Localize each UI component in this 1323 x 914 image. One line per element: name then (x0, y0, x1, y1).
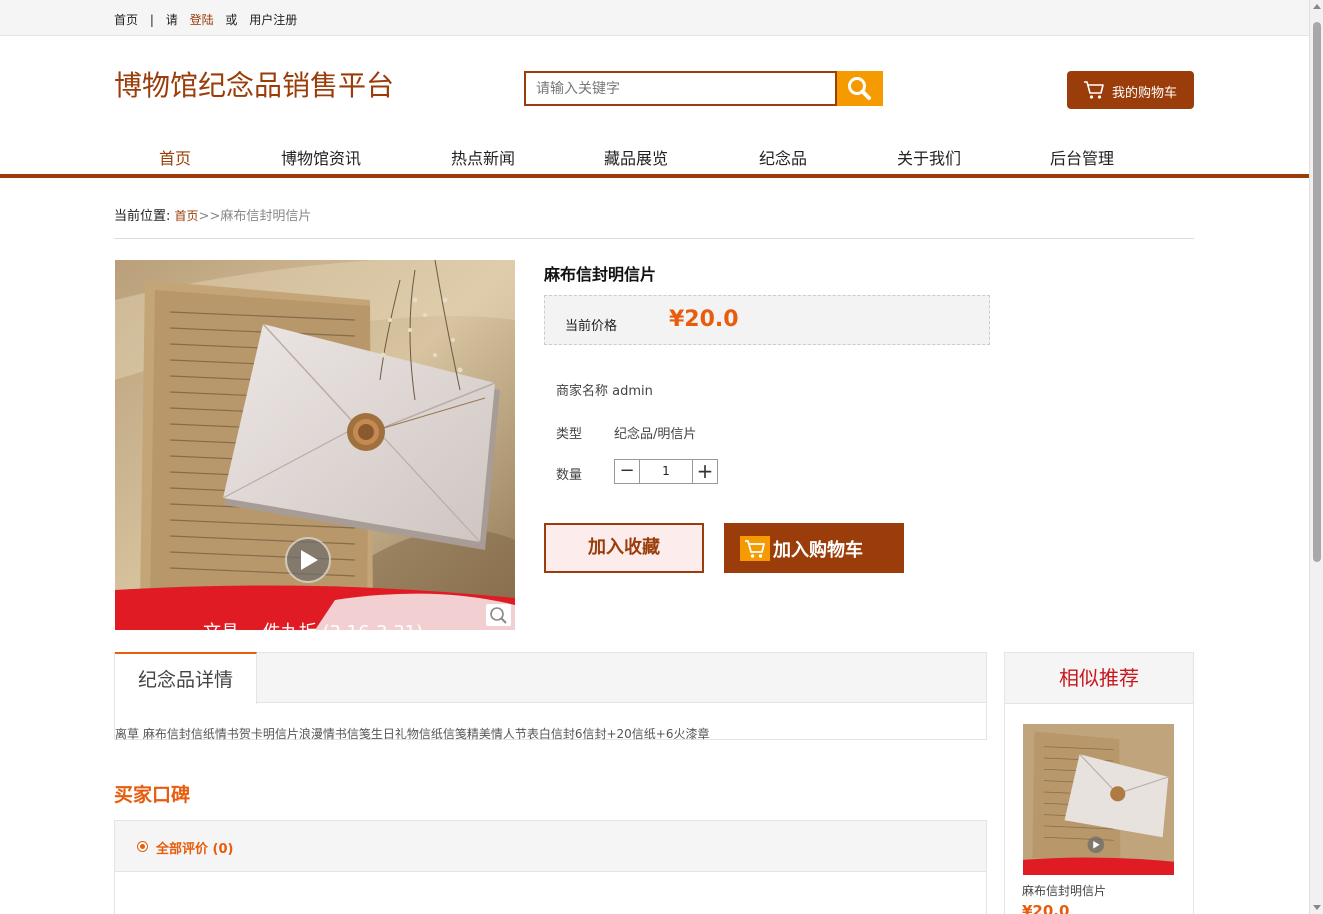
top-home-link[interactable]: 首页 (114, 13, 138, 27)
type-label: 类型 (556, 427, 583, 442)
merchant-value: admin (612, 384, 653, 399)
price-label: 当前价格 (565, 319, 618, 334)
merchant-row: 商家名称 admin (556, 380, 653, 399)
top-links: 首页 | 请 登陆 或 用户注册 (114, 11, 305, 28)
top-please-text: 请 (165, 13, 178, 27)
site-title[interactable]: 博物馆纪念品销售平台 (114, 64, 394, 104)
merchant-label: 商家名称 (556, 384, 609, 399)
similar-product-photo (1023, 724, 1174, 875)
similar-title: 相似推荐 (1005, 653, 1193, 704)
tab-details[interactable]: 纪念品详情 (115, 652, 257, 704)
main-nav: 首页 博物馆资讯 热点新闻 藏品展览 纪念品 关于我们 后台管理 (0, 135, 1309, 178)
details-text: 离草 麻布信封信纸情书贺卡明信片浪漫情书信笺生日礼物信纸信笺精美情人节表白信封6… (115, 727, 710, 741)
search-input[interactable] (526, 73, 835, 104)
add-favorite-button[interactable]: 加入收藏 (544, 523, 704, 573)
top-divider: | (149, 13, 154, 27)
quantity-stepper[interactable]: − 1 + (614, 459, 718, 484)
add-to-cart-button[interactable]: 加入购物车 (724, 523, 904, 573)
register-link[interactable]: 用户注册 (249, 13, 297, 27)
quantity-label: 数量 (556, 468, 583, 483)
search-button[interactable] (837, 71, 883, 106)
similar-product-image[interactable] (1023, 724, 1174, 875)
magnifier-icon (490, 607, 507, 624)
top-or-text: 或 (225, 13, 238, 27)
type-value: 纪念品/明信片 (614, 427, 697, 442)
product-name: 麻布信封明信片 (544, 265, 657, 284)
breadcrumb-prefix: 当前位置: (114, 209, 171, 224)
divider (114, 238, 1194, 239)
similar-product-name[interactable]: 麻布信封明信片 (1022, 882, 1106, 899)
quantity-minus-button[interactable]: − (615, 460, 640, 483)
nav-about-us[interactable]: 关于我们 (897, 145, 961, 169)
reviews-title: 买家口碑 (114, 784, 191, 806)
zoom-icon[interactable] (486, 604, 511, 626)
cart-icon (1084, 81, 1104, 99)
price-box: 当前价格 ¥20.0 (544, 295, 990, 345)
all-reviews-radio[interactable] (137, 841, 148, 852)
details-header: 纪念品详情 (115, 652, 986, 704)
quantity-input[interactable]: 1 (640, 460, 692, 483)
nav-souvenirs[interactable]: 纪念品 (759, 145, 807, 169)
scroll-thumb[interactable] (1313, 22, 1321, 562)
price-value: ¥20.0 (669, 307, 739, 332)
my-cart-button[interactable]: 我的购物车 (1067, 71, 1194, 109)
similar-panel: 相似推荐 麻布信封明信片 ¥20.0 (1004, 652, 1194, 914)
image-banner-text: 文具 一件九折 (3.16-3.31) (203, 622, 423, 630)
details-panel: 纪念品详情 离草 麻布信封信纸情书贺卡明信片浪漫情书信笺生日礼物信纸信笺精美情人… (114, 652, 987, 741)
search-box[interactable] (524, 71, 837, 106)
nav-hot-news[interactable]: 热点新闻 (451, 145, 515, 169)
breadcrumb-current: 麻布信封明信片 (220, 209, 312, 224)
nav-admin[interactable]: 后台管理 (1050, 145, 1114, 169)
product-image[interactable]: 文具 一件九折 (3.16-3.31) (115, 260, 515, 630)
nav-home[interactable]: 首页 (159, 145, 191, 169)
login-link[interactable]: 登陆 (190, 13, 214, 27)
vertical-scrollbar[interactable] (1309, 0, 1323, 914)
reviews-panel: 全部评价 (0) (114, 820, 987, 914)
nav-museum-news[interactable]: 博物馆资讯 (281, 145, 361, 169)
search-icon (848, 77, 871, 100)
breadcrumb-separator: >> (198, 209, 221, 224)
nav-collection-exhibition[interactable]: 藏品展览 (604, 145, 668, 169)
breadcrumb-home-link[interactable]: 首页 (175, 209, 199, 223)
scroll-up-arrow-icon[interactable] (1313, 4, 1321, 9)
reviews-header: 全部评价 (0) (115, 821, 986, 872)
quantity-plus-button[interactable]: + (692, 460, 717, 483)
top-bar: 首页 | 请 登陆 或 用户注册 (0, 0, 1309, 36)
all-reviews-label[interactable]: 全部评价 (0) (156, 838, 233, 857)
cart-icon (740, 536, 770, 561)
similar-product-price: ¥20.0 (1022, 902, 1070, 914)
product-photo: 文具 一件九折 (3.16-3.31) (115, 260, 515, 630)
add-to-cart-label: 加入购物车 (773, 540, 863, 561)
scroll-down-arrow-icon[interactable] (1313, 905, 1321, 910)
breadcrumb: 当前位置: 首页>>麻布信封明信片 (114, 205, 311, 224)
my-cart-label: 我的购物车 (1112, 86, 1178, 101)
